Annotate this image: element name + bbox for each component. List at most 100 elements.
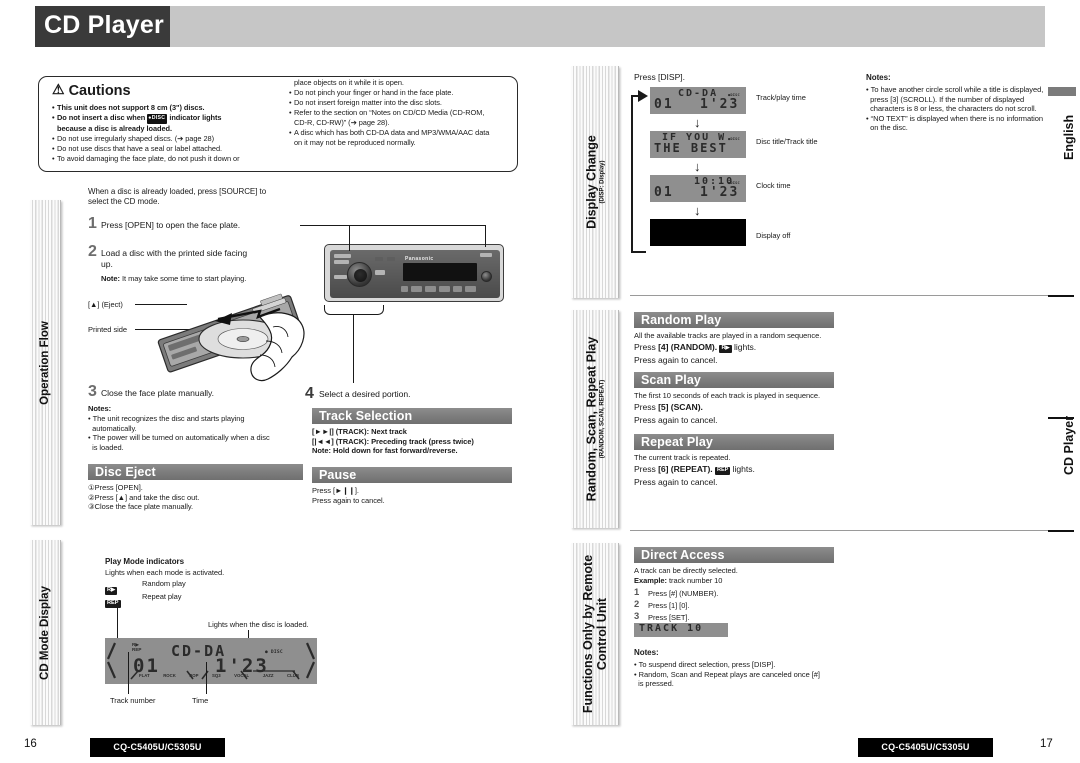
repeat-chip-icon: REP: [714, 467, 731, 475]
sidebar-tab-display-change[interactable]: Display Change (DISP: Display): [571, 66, 619, 298]
edge-divider-top: [1048, 295, 1074, 297]
sidebar-tab-cd-mode-display[interactable]: CD Mode Display: [30, 540, 61, 725]
unit-button[interactable]: [334, 275, 347, 279]
display-step-3-lcd: 10:10 ●DISC 01 1'23: [650, 175, 746, 202]
step-2-text: Load a disc with the printed side facing…: [101, 248, 248, 269]
direct-access-step-1-number: 1: [634, 586, 640, 597]
disc-loaded-note: Lights when the disc is loaded.: [208, 620, 309, 629]
scan-play-cancel: Press again to cancel.: [634, 415, 718, 425]
step-3-notes: • The unit recognizes the disc and start…: [88, 414, 270, 452]
down-arrow-icon: ↓: [694, 115, 701, 130]
random-play-press: Press [4] (RANDOM). R▶ lights.: [634, 342, 757, 353]
repeat-play-label: Repeat play: [142, 592, 182, 601]
preset-button[interactable]: [465, 286, 476, 292]
leader-line-playmode: [117, 604, 119, 638]
manual-page: CD Player ⚠ Cautions • This unit does not …: [0, 0, 1080, 763]
caution-item: • A disc which has both CD-DA data and MP…: [289, 127, 490, 137]
unit-small-knob[interactable]: [481, 271, 492, 282]
leader-line-step4: [353, 315, 355, 383]
lcd-eq-labels: FLAT ROCK POP SQ3 VOCAL JAZZ CLUB: [139, 673, 299, 678]
unit-button[interactable]: [375, 270, 385, 275]
sidebar-tab-remote-only[interactable]: Functions Only by Remote Control Unit: [571, 543, 619, 725]
pause-body: Press [►❙❙]. Press again to cancel.: [312, 486, 385, 505]
step-3-text: Close the face plate manually.: [101, 388, 214, 398]
step-1-text: Press [OPEN] to open the face plate.: [101, 220, 241, 230]
lcd-disc-indicator: ●DISC: [728, 137, 740, 141]
caution-item: • Do not insert foreign matter into the d…: [289, 97, 442, 107]
callout-track-number: Track number: [110, 696, 156, 705]
caution-item: place objects on it while it is open.: [294, 78, 404, 87]
volume-knob[interactable]: [347, 262, 372, 287]
down-arrow-icon: ↓: [694, 159, 701, 174]
leader-line-open-horizontal: [349, 225, 486, 227]
disc-load-illustration: [157, 293, 305, 382]
direct-access-notes-label: Notes:: [634, 648, 659, 657]
sidebar-tab-label: Functions Only by Remote Control Unit: [580, 554, 609, 714]
preset-button[interactable]: [425, 286, 436, 292]
random-chip-icon: R▶: [719, 345, 732, 353]
cautions-heading: ⚠ Cautions: [52, 81, 131, 99]
caution-item: • Do not insert a disc when ●DISC indicat…: [52, 112, 222, 124]
random-play-label: Random play: [142, 579, 186, 588]
sidebar-tab-label: Random, Scan, Repeat Play (RANDOM, SCAN,…: [584, 336, 605, 502]
direct-access-step-1-text: Press [#] (NUMBER).: [648, 589, 719, 598]
lcd-time: 1'23: [700, 97, 740, 112]
step-1-number: 1: [88, 215, 97, 232]
leader-line-step1: [300, 225, 350, 227]
step-4-number: 4: [305, 385, 314, 402]
caution-item: • Refer to the section on “Notes on CD/CD…: [289, 107, 485, 117]
display-notes-label: Notes:: [866, 73, 891, 82]
lcd-track-number: 01: [654, 185, 674, 200]
preset-button[interactable]: [411, 286, 422, 292]
footer-model-right: CQ-C5405U/C5305U: [858, 738, 993, 757]
sidebar-tab-label: Operation Flow: [39, 320, 51, 405]
warning-triangle-icon: ⚠: [52, 81, 65, 97]
preset-button[interactable]: [439, 286, 450, 292]
display-step-4-lcd-off: [650, 219, 746, 246]
display-change-press: Press [DISP].: [634, 72, 685, 82]
edge-tab-english[interactable]: English: [1062, 115, 1076, 160]
car-stereo-unit: Panasonic: [324, 244, 504, 302]
leader-line-open: [349, 225, 351, 251]
repeat-play-cancel: Press again to cancel.: [634, 477, 718, 487]
down-arrow-icon: ↓: [694, 203, 701, 218]
footer-model-left: CQ-C5405U/C5305U: [90, 738, 225, 757]
lcd-second-line: THE BEST: [654, 141, 728, 155]
direct-access-header: Direct Access: [634, 547, 834, 563]
track-selection-header: Track Selection: [312, 408, 512, 424]
english-tab-bar: [1048, 87, 1076, 96]
preset-button[interactable]: [401, 286, 408, 292]
divider-1: [630, 295, 1048, 296]
unit-display-screen: [403, 263, 477, 281]
direct-access-step-3-number: 3: [634, 610, 640, 621]
caution-item: because a disc is already loaded.: [57, 123, 173, 133]
sidebar-tab-operation-flow[interactable]: Operation Flow: [30, 200, 61, 525]
open-button[interactable]: [480, 253, 492, 257]
edge-tab-cd-player[interactable]: CD Player: [1062, 416, 1076, 475]
cautions-left-column: • This unit does not support 8 cm (3") di…: [52, 103, 287, 164]
volume-knob-center: [354, 269, 367, 282]
divider-2: [630, 530, 1048, 531]
leader-line-track-number: [128, 652, 130, 694]
display-step-4-label: Display off: [756, 231, 791, 240]
sidebar-tab-random-scan-repeat[interactable]: Random, Scan, Repeat Play (RANDOM, SCAN,…: [571, 310, 619, 528]
lcd-time: 1'23: [700, 185, 740, 200]
unit-button[interactable]: [334, 260, 349, 264]
preset-button[interactable]: [453, 286, 462, 292]
disc-eject-steps: ①Press [OPEN]. ②Press [▲] and take the d…: [88, 483, 200, 512]
unit-button[interactable]: [334, 254, 351, 258]
callout-time: Time: [192, 696, 209, 705]
lcd-track-number: 01: [654, 97, 674, 112]
sidebar-tab-label: Display Change (DISP: Display): [584, 135, 605, 229]
display-step-1-label: Track/play time: [756, 93, 806, 102]
caution-item: • Do not use irregularly shaped discs. (➔…: [52, 133, 215, 143]
unit-button[interactable]: [387, 257, 395, 261]
page-title: CD Player: [44, 11, 164, 39]
disc-indicator-chip: ●DISC: [147, 113, 168, 124]
leader-line-time: [206, 662, 208, 694]
repeat-chip-icon: REP: [105, 600, 121, 608]
lcd-mode-indicators: R▶ REP: [132, 642, 142, 653]
play-mode-title: Play Mode indicators: [105, 557, 185, 566]
caution-item: • This unit does not support 8 cm (3") di…: [52, 103, 205, 112]
unit-button[interactable]: [375, 257, 383, 261]
